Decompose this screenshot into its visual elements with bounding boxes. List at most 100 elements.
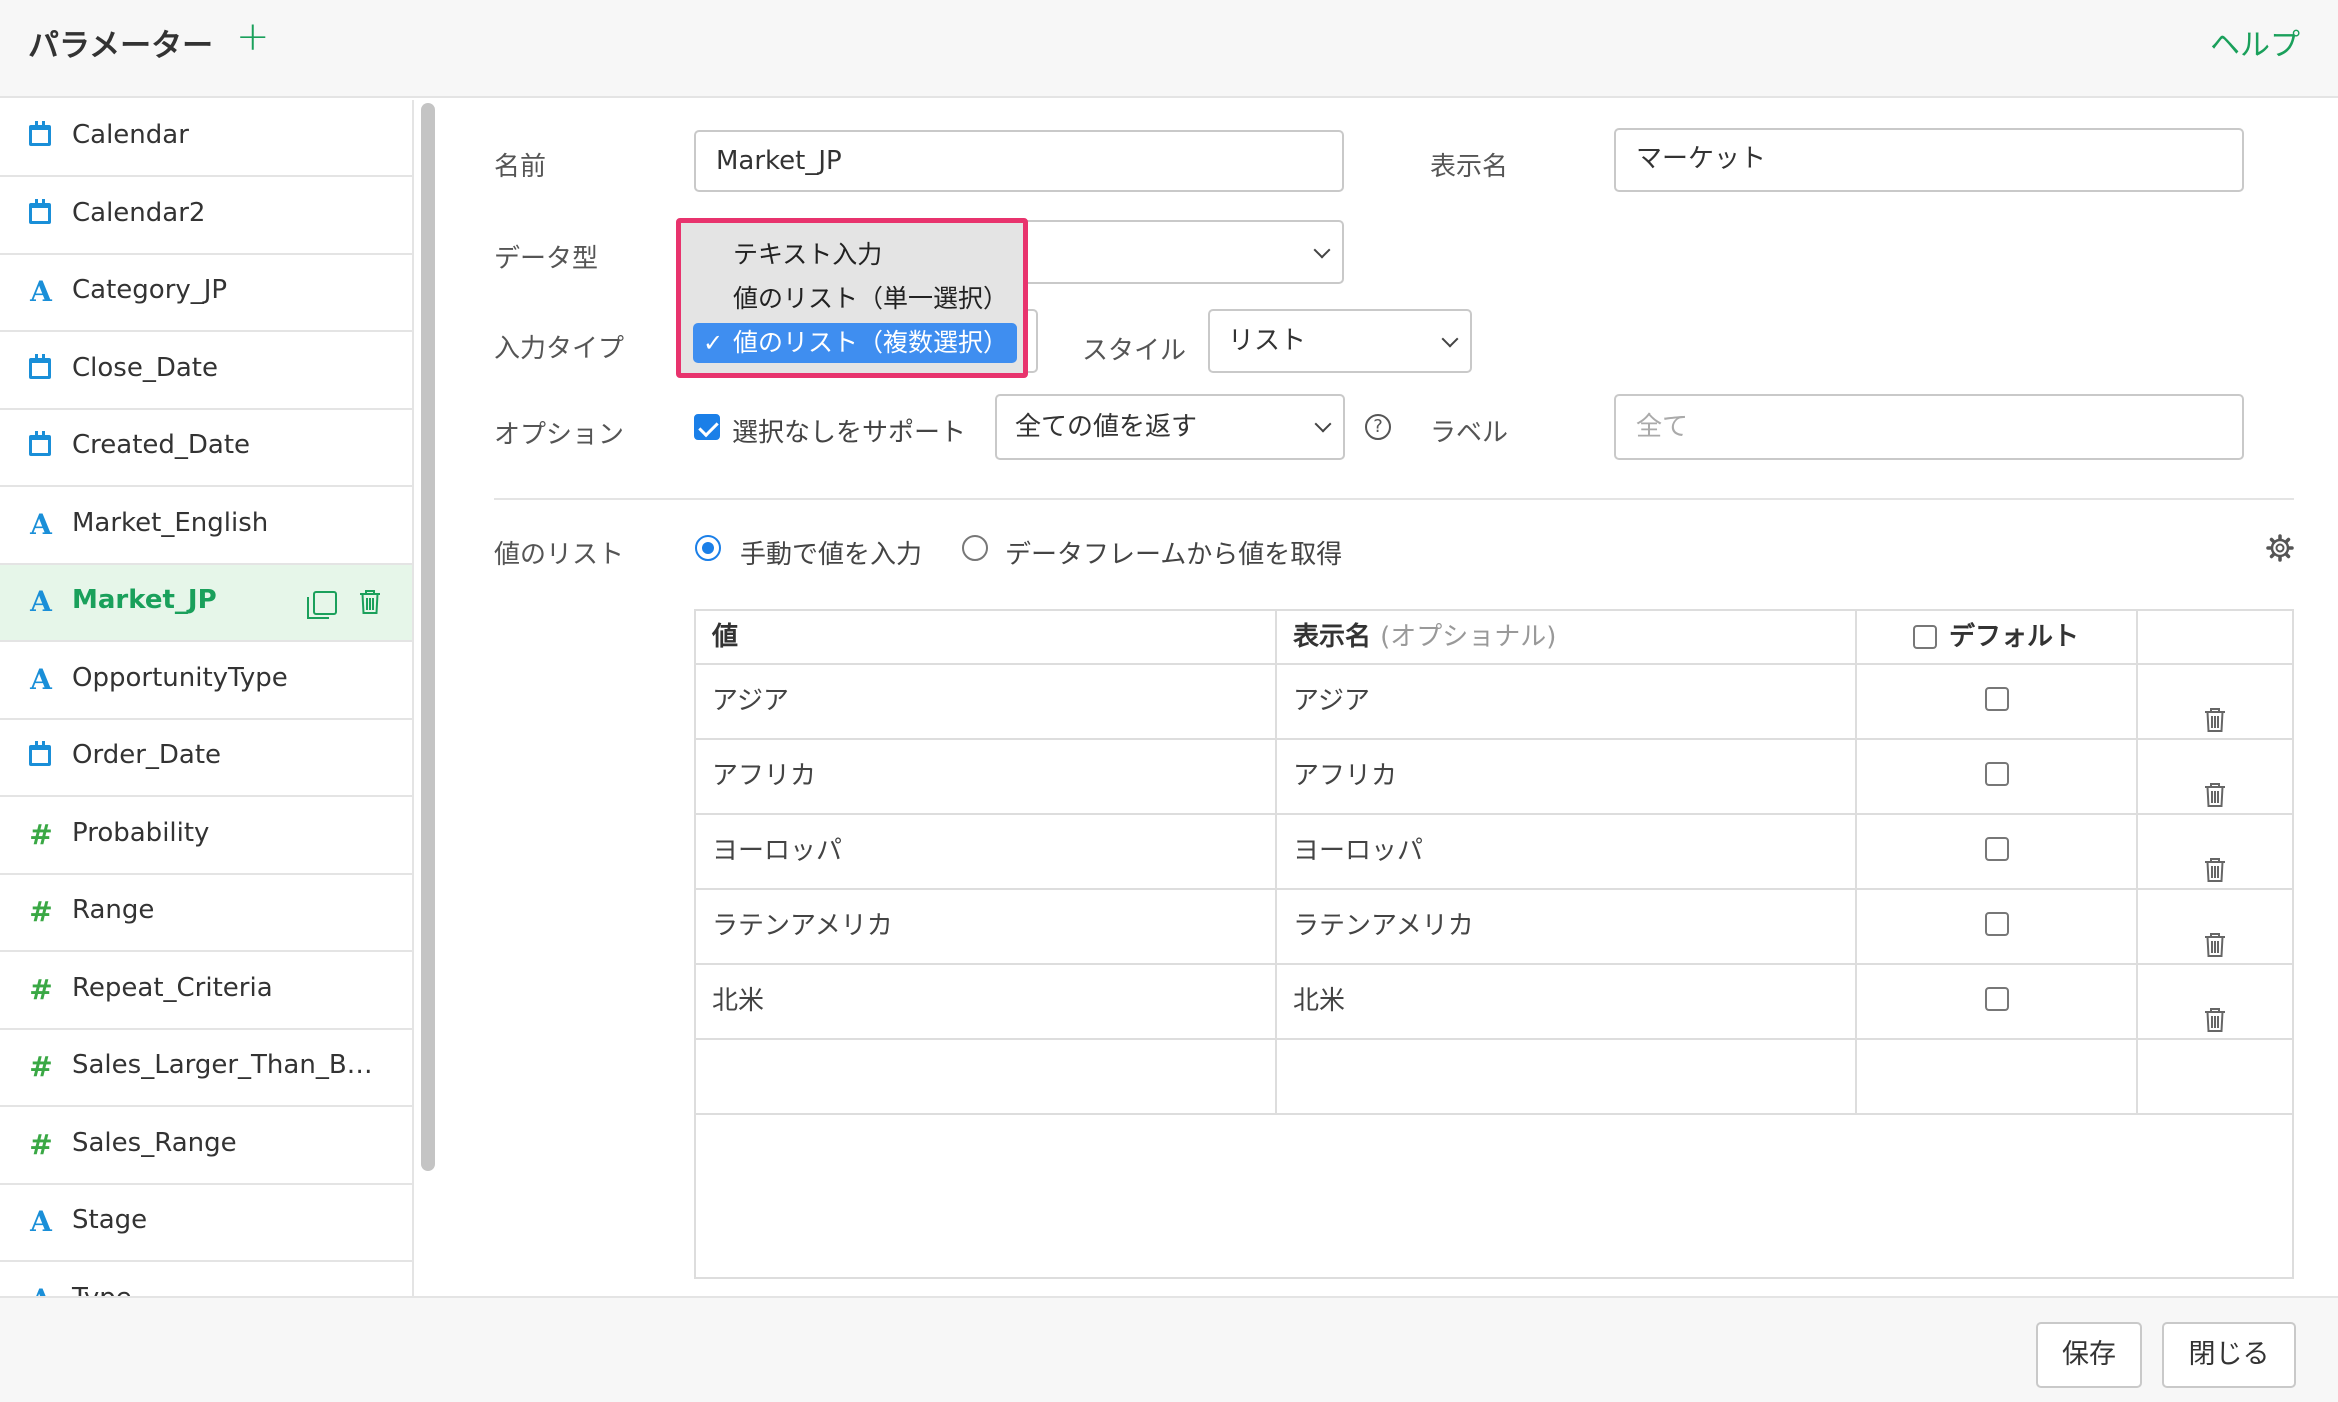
check-icon: ✓ <box>703 329 724 357</box>
number-type-icon: # <box>29 1127 53 1161</box>
sidebar-item-label: Sales_Larger_Than_B… <box>72 1050 373 1080</box>
trash-icon[interactable] <box>359 589 387 619</box>
add-parameter-button[interactable]: + <box>236 14 270 60</box>
label-label: ラベル <box>1430 418 1509 448</box>
dropdown-option[interactable]: ✓ 値のリスト（複数選択） <box>693 323 1017 363</box>
trash-icon[interactable] <box>2204 914 2226 957</box>
default-checkbox[interactable] <box>1985 912 2009 936</box>
style-select[interactable]: リスト <box>1208 309 1472 373</box>
calendar-icon <box>29 198 51 224</box>
input-type-label: 入力タイプ <box>494 334 625 364</box>
trash-icon[interactable] <box>2204 689 2226 732</box>
display-cell[interactable]: アフリカ <box>1277 740 1857 815</box>
trash-icon[interactable] <box>2204 989 2226 1032</box>
sidebar-item[interactable]: # Sales_Larger_Than_B… <box>0 1030 412 1107</box>
name-label: 名前 <box>494 152 547 182</box>
sidebar-item-label: Calendar2 <box>72 197 206 228</box>
chevron-down-icon <box>1314 415 1332 433</box>
sidebar-item[interactable]: Created_Date <box>0 410 412 487</box>
sidebar-item-label: Type <box>72 1283 132 1297</box>
return-values-value: 全ての値を返す <box>1015 412 1198 442</box>
default-cell <box>1857 740 2138 815</box>
trash-icon[interactable] <box>2204 764 2226 807</box>
sidebar-item[interactable]: A Market_JP <box>0 565 412 642</box>
sidebar-item[interactable]: Order_Date <box>0 720 412 797</box>
sidebar-scrollbar[interactable] <box>421 103 435 1171</box>
value-cell[interactable]: アジア <box>696 665 1277 740</box>
data-type-dropdown-menu: テキスト入力 値のリスト（単一選択） ✓ 値のリスト（複数選択） <box>676 218 1028 378</box>
value-cell[interactable] <box>696 1040 1277 1115</box>
default-checkbox[interactable] <box>1985 762 2009 786</box>
value-list-label: 値のリスト <box>494 540 625 570</box>
trash-icon[interactable] <box>2204 839 2226 882</box>
sidebar-item[interactable]: A Market_English <box>0 488 412 565</box>
save-button[interactable]: 保存 <box>2036 1322 2142 1388</box>
sidebar-item-label: Range <box>72 895 155 925</box>
page-title: パラメーター <box>28 28 214 64</box>
sidebar-item[interactable]: Close_Date <box>0 333 412 410</box>
gear-icon[interactable] <box>2266 534 2294 562</box>
string-type-icon: A <box>30 275 52 308</box>
calendar-icon <box>29 741 51 766</box>
number-type-icon: # <box>29 1050 53 1083</box>
value-cell[interactable]: 北米 <box>696 965 1277 1040</box>
default-cell <box>1857 890 2138 965</box>
close-button[interactable]: 閉じる <box>2162 1322 2296 1388</box>
display-cell[interactable]: アジア <box>1277 665 1857 740</box>
sidebar-item-label: Market_JP <box>72 585 217 615</box>
sidebar-item[interactable]: A Type <box>0 1263 412 1297</box>
sidebar-item[interactable]: Calendar2 <box>0 178 412 255</box>
dropdown-option[interactable]: テキスト入力 <box>693 235 1017 275</box>
calendar-icon <box>29 431 51 456</box>
display-cell[interactable]: ヨーロッパ <box>1277 815 1857 890</box>
display-name-label: 表示名 <box>1430 152 1509 182</box>
display-name-input[interactable]: マーケット <box>1614 128 2244 192</box>
manual-input-radio[interactable] <box>695 535 721 561</box>
sidebar-item-label: Probability <box>72 817 210 848</box>
label-input[interactable]: 全て <box>1614 394 2244 460</box>
value-cell[interactable]: ラテンアメリカ <box>696 890 1277 965</box>
sidebar-item[interactable]: # Probability <box>0 798 412 875</box>
sidebar-item-label: Order_Date <box>72 740 222 770</box>
sidebar-item[interactable]: A Category_JP <box>0 255 412 332</box>
value-cell[interactable]: ヨーロッパ <box>696 815 1277 890</box>
sidebar-item[interactable]: A Stage <box>0 1185 412 1262</box>
actions-cell <box>2138 890 2292 965</box>
actions-cell <box>2138 815 2292 890</box>
default-checkbox[interactable] <box>1985 987 2009 1011</box>
name-input[interactable]: Market_JP <box>694 130 1344 192</box>
sidebar-item[interactable]: # Sales_Range <box>0 1108 412 1185</box>
style-select-value: リスト <box>1228 326 1307 356</box>
chevron-down-icon <box>1441 330 1459 348</box>
support-none-checkbox[interactable] <box>694 414 720 440</box>
support-none-label: 選択なしをサポート <box>732 418 967 448</box>
sidebar-item-label: Close_Date <box>72 352 218 383</box>
dataframe-label: データフレームから値を取得 <box>1005 540 1343 570</box>
column-header-actions <box>2138 611 2292 665</box>
help-link[interactable]: ヘルプ <box>2210 20 2300 64</box>
default-checkbox[interactable] <box>1985 687 2009 711</box>
sidebar-item-label: Market_English <box>72 507 269 538</box>
dataframe-radio[interactable] <box>962 535 988 561</box>
value-cell[interactable]: アフリカ <box>696 740 1277 815</box>
dropdown-option[interactable]: 値のリスト（単一選択） <box>693 279 1017 319</box>
display-cell[interactable] <box>1277 1040 1857 1115</box>
copy-icon[interactable] <box>307 591 337 619</box>
return-values-select[interactable]: 全ての値を返す <box>995 394 1345 460</box>
calendar-icon <box>29 353 51 379</box>
sidebar-item[interactable]: A OpportunityType <box>0 643 412 720</box>
default-checkbox[interactable] <box>1985 837 2009 861</box>
string-type-icon: A <box>30 662 52 696</box>
display-cell[interactable]: ラテンアメリカ <box>1277 890 1857 965</box>
actions-cell <box>2138 965 2292 1040</box>
option-label: オプション <box>494 420 625 450</box>
actions-cell <box>2138 665 2292 740</box>
sidebar-item[interactable]: # Repeat_Criteria <box>0 953 412 1030</box>
sidebar-item[interactable]: Calendar <box>0 100 412 177</box>
sidebar-item[interactable]: # Range <box>0 875 412 952</box>
default-all-checkbox[interactable] <box>1913 625 1937 649</box>
help-icon[interactable]: ? <box>1365 414 1391 440</box>
display-cell[interactable]: 北米 <box>1277 965 1857 1040</box>
manual-input-label: 手動で値を入力 <box>740 540 923 570</box>
sidebar-item-label: Calendar <box>72 120 189 150</box>
